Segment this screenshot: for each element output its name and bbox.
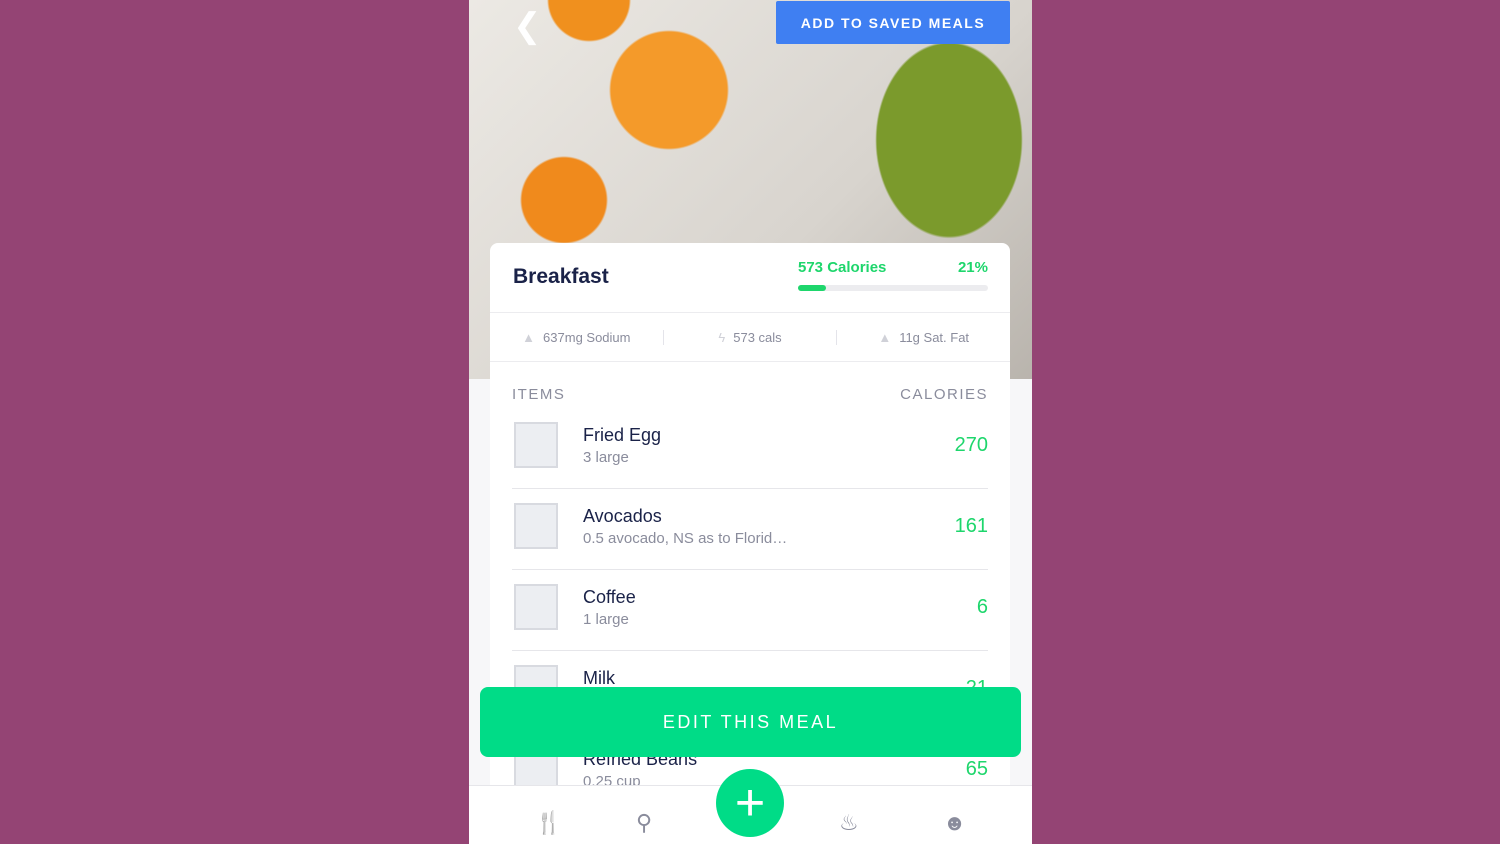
add-to-saved-meals-button[interactable]: ADD TO SAVED MEALS — [776, 1, 1010, 44]
calorie-progress-bar — [798, 285, 988, 291]
item-name: Coffee — [583, 587, 636, 607]
nutrition-stats: ▲ 637mg Sodium ϟ 573 cals ▲ 11g Sat. Fat — [490, 312, 1010, 362]
bolt-icon: ϟ — [718, 329, 726, 345]
food-thumbnail — [514, 422, 558, 468]
item-name: Avocados — [583, 506, 662, 526]
stat-sat-fat: ▲ 11g Sat. Fat — [878, 329, 970, 345]
back-button[interactable]: ❮ — [513, 6, 542, 46]
item-name: Fried Egg — [583, 425, 662, 445]
add-button[interactable]: + — [716, 769, 784, 837]
list-item[interactable]: Coffee 1 large 6 — [512, 570, 988, 651]
list-item[interactable]: Avocados 0.5 avocado, NS as to Florid… 1… — [512, 489, 988, 570]
fork-knife-icon[interactable]: 🍴 — [535, 810, 562, 836]
stat-cals: ϟ 573 cals — [664, 329, 838, 345]
meal-calories: 573 Calories — [798, 259, 887, 276]
item-serving: 1 large — [583, 611, 629, 628]
food-thumbnail — [514, 503, 558, 549]
pyramid-icon: ▲ — [878, 329, 892, 345]
food-thumbnail — [514, 584, 558, 630]
edit-meal-button[interactable]: EDIT THIS MEAL — [480, 687, 1021, 757]
search-icon[interactable]: ⚲ — [636, 810, 652, 836]
user-icon[interactable]: ☻ — [943, 810, 966, 836]
item-serving: 3 large — [583, 449, 629, 466]
item-name: Milk — [583, 668, 615, 688]
calories-header: CALORIES — [900, 386, 988, 403]
chef-hat-icon[interactable]: ♨ — [839, 810, 859, 836]
plus-icon: + — [734, 774, 766, 832]
phone-screen: ❮ ADD TO SAVED MEALS Breakfast 573 Calor… — [469, 0, 1032, 844]
stat-sodium: ▲ 637mg Sodium — [490, 329, 664, 345]
list-item[interactable]: Fried Egg 3 large 270 — [512, 408, 988, 489]
items-header: ITEMS — [512, 386, 566, 403]
chevron-left-icon: ❮ — [513, 7, 542, 45]
item-calories: 6 — [976, 596, 988, 618]
meal-title: Breakfast — [513, 265, 609, 288]
item-calories: 65 — [965, 758, 988, 780]
item-calories: 270 — [954, 434, 988, 456]
progress-fill — [798, 285, 826, 291]
meal-percent: 21% — [957, 259, 988, 276]
item-calories: 161 — [954, 515, 988, 537]
item-serving: 0.5 avocado, NS as to Florid… — [583, 530, 788, 547]
pyramid-icon: ▲ — [522, 329, 536, 345]
